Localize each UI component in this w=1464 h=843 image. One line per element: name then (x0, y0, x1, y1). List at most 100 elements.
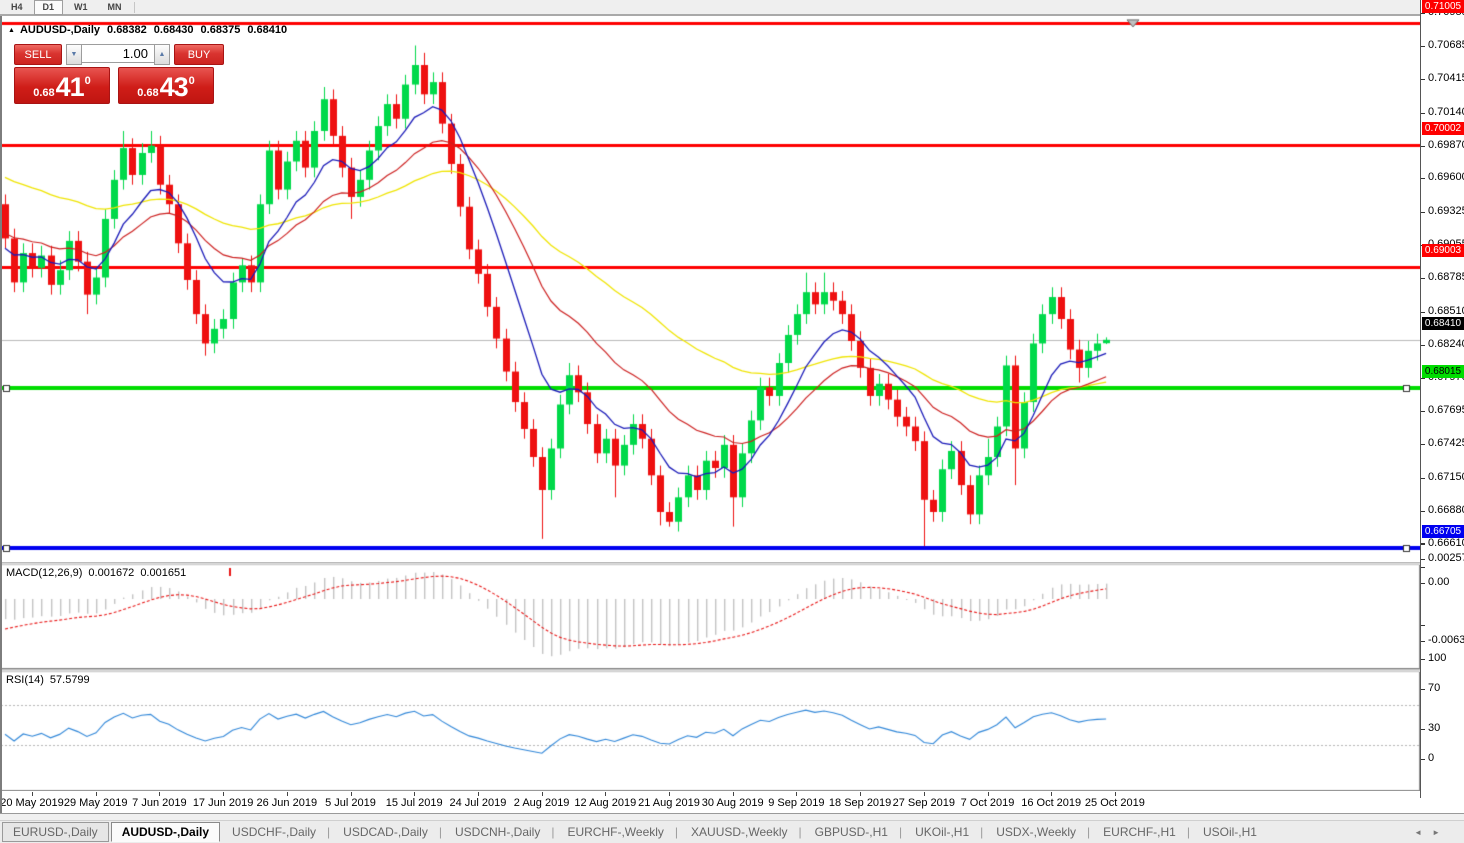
ask-pips: 43 (160, 74, 188, 101)
one-click-trading-panel: SELL ▼ ▲ BUY 0.68 41 0 0.68 43 0 (14, 44, 230, 104)
tab-separator: | (439, 825, 442, 839)
date-label: 27 Sep 2019 (893, 797, 955, 809)
date-label: 2 Aug 2019 (514, 797, 570, 809)
chart-tab-usdcad-daily[interactable]: USDCAD-,Daily (333, 823, 438, 841)
date-tick-mark (988, 792, 989, 796)
tab-separator: | (327, 825, 330, 839)
date-tick-mark (478, 792, 479, 796)
date-label: 17 Jun 2019 (193, 797, 254, 809)
chart-tab-xauusd-weekly[interactable]: XAUUSD-,Weekly (681, 823, 797, 841)
chart-tab-usdx-weekly[interactable]: USDX-,Weekly (986, 823, 1086, 841)
chart-tab-usdcnh-daily[interactable]: USDCNH-,Daily (445, 823, 550, 841)
tab-scroll-arrows[interactable]: ◄► (1414, 828, 1450, 837)
chart-tab-ukoil-h1[interactable]: UKOil-,H1 (905, 823, 979, 841)
price-tick-label: 0.66880 (1428, 504, 1464, 516)
date-tick-mark (414, 792, 415, 796)
macd-scale-label: 0.00 (1428, 576, 1449, 588)
chart-tab-gbpusd-h1[interactable]: GBPUSD-,H1 (805, 823, 898, 841)
axis-tick-mark (1421, 759, 1425, 760)
axis-tick-mark (1421, 567, 1425, 568)
ohlc-low: 0.68375 (201, 24, 241, 36)
date-label: 16 Oct 2019 (1021, 797, 1081, 809)
ohlc-high: 0.68430 (154, 24, 194, 36)
timeframe-button-w1[interactable]: W1 (65, 0, 97, 15)
price-tick-label: 0.68510 (1428, 305, 1464, 317)
date-label: 30 Aug 2019 (702, 797, 764, 809)
date-label: 7 Oct 2019 (961, 797, 1015, 809)
axis-tick-mark (1421, 511, 1425, 512)
axis-tick-mark (1421, 178, 1425, 179)
volume-input[interactable] (82, 44, 154, 63)
timeframe-button-d1[interactable]: D1 (34, 0, 64, 15)
hline-price-label: 0.68015 (1422, 365, 1464, 378)
rsi-scale-label: 100 (1428, 652, 1446, 664)
date-tick-mark (733, 792, 734, 796)
chart-tab-usdchf-daily[interactable]: USDCHF-,Daily (222, 823, 326, 841)
axis-tick-mark (1421, 312, 1425, 313)
chart-tab-audusd-daily[interactable]: AUDUSD-,Daily (111, 822, 220, 842)
axis-tick-mark (1421, 212, 1425, 213)
tab-separator: | (1187, 825, 1190, 839)
price-tick-label: 0.67150 (1428, 471, 1464, 483)
collapse-panel-icon[interactable]: ▲ (8, 27, 15, 34)
buy-button[interactable]: BUY (174, 44, 224, 65)
axis-tick-mark (1421, 444, 1425, 445)
macd-panel-canvas[interactable] (0, 564, 1420, 669)
date-tick-mark (32, 792, 33, 796)
toolbar-separator (134, 2, 135, 13)
axis-tick-mark (1421, 625, 1425, 626)
bid-quote[interactable]: 0.68 41 0 (14, 67, 110, 104)
ask-quote[interactable]: 0.68 43 0 (118, 67, 214, 104)
axis-tick-mark (1421, 278, 1425, 279)
hline-price-label: 0.69003 (1422, 244, 1464, 257)
rsi-scale-label: 0 (1428, 752, 1434, 764)
date-label: 12 Aug 2019 (574, 797, 636, 809)
tab-separator: | (980, 825, 983, 839)
ask-point: 0 (189, 74, 195, 89)
price-axis[interactable]: 0.709550.706850.704150.701400.698700.696… (1420, 0, 1464, 798)
tab-separator: | (899, 825, 902, 839)
chart-tab-usoil-h1[interactable]: USOil-,H1 (1193, 823, 1267, 841)
axis-tick-mark (1421, 79, 1425, 80)
tab-separator: | (675, 825, 678, 839)
axis-tick-mark (1421, 345, 1425, 346)
bid-prefix: 0.68 (33, 86, 54, 101)
volume-decrease-icon[interactable]: ▼ (66, 44, 82, 65)
price-tick-label: 0.70685 (1428, 39, 1464, 51)
macd-value: 0.001672 (88, 567, 134, 579)
date-label: 18 Sep 2019 (829, 797, 891, 809)
date-label: 26 Jun 2019 (257, 797, 318, 809)
timeframe-toolbar: H4D1W1MN (0, 0, 1464, 16)
date-tick-mark (96, 792, 97, 796)
axis-tick-mark (1421, 641, 1425, 642)
bid-pips: 41 (56, 74, 84, 101)
date-label: 25 Oct 2019 (1085, 797, 1145, 809)
axis-tick-mark (1421, 543, 1425, 544)
date-label: 20 May 2019 (0, 797, 64, 809)
axis-tick-mark (1421, 478, 1425, 479)
date-tick-mark (223, 792, 224, 796)
sell-button[interactable]: SELL (14, 44, 62, 65)
axis-tick-mark (1421, 583, 1425, 584)
panel-divider[interactable] (0, 562, 1464, 565)
chart-tab-eurchf-weekly[interactable]: EURCHF-,Weekly (557, 823, 673, 841)
bid-point: 0 (85, 74, 91, 89)
chart-tab-eurusd-daily[interactable]: EURUSD-,Daily (2, 822, 109, 842)
timeframe-button-h4[interactable]: H4 (2, 0, 32, 15)
volume-increase-icon[interactable]: ▲ (154, 44, 170, 65)
symbol-period-label: AUDUSD-,Daily (20, 24, 100, 36)
rsi-panel-canvas[interactable] (0, 671, 1420, 791)
axis-tick-mark (1421, 13, 1425, 14)
timeframe-button-mn[interactable]: MN (99, 0, 131, 15)
macd-header: MACD(12,26,9)0.0016720.001651 (6, 567, 192, 579)
panel-divider[interactable] (0, 669, 1464, 672)
date-tick-mark (924, 792, 925, 796)
axis-tick-mark (1421, 411, 1425, 412)
axis-tick-mark (1421, 559, 1425, 560)
rsi-scale-label: 70 (1428, 682, 1440, 694)
chart-tab-eurchf-h1[interactable]: EURCHF-,H1 (1093, 823, 1186, 841)
tab-separator: | (551, 825, 554, 839)
price-tick-label: 0.66610 (1428, 537, 1464, 549)
hline-price-label: 0.71005 (1422, 0, 1464, 13)
date-label: 29 May 2019 (64, 797, 128, 809)
